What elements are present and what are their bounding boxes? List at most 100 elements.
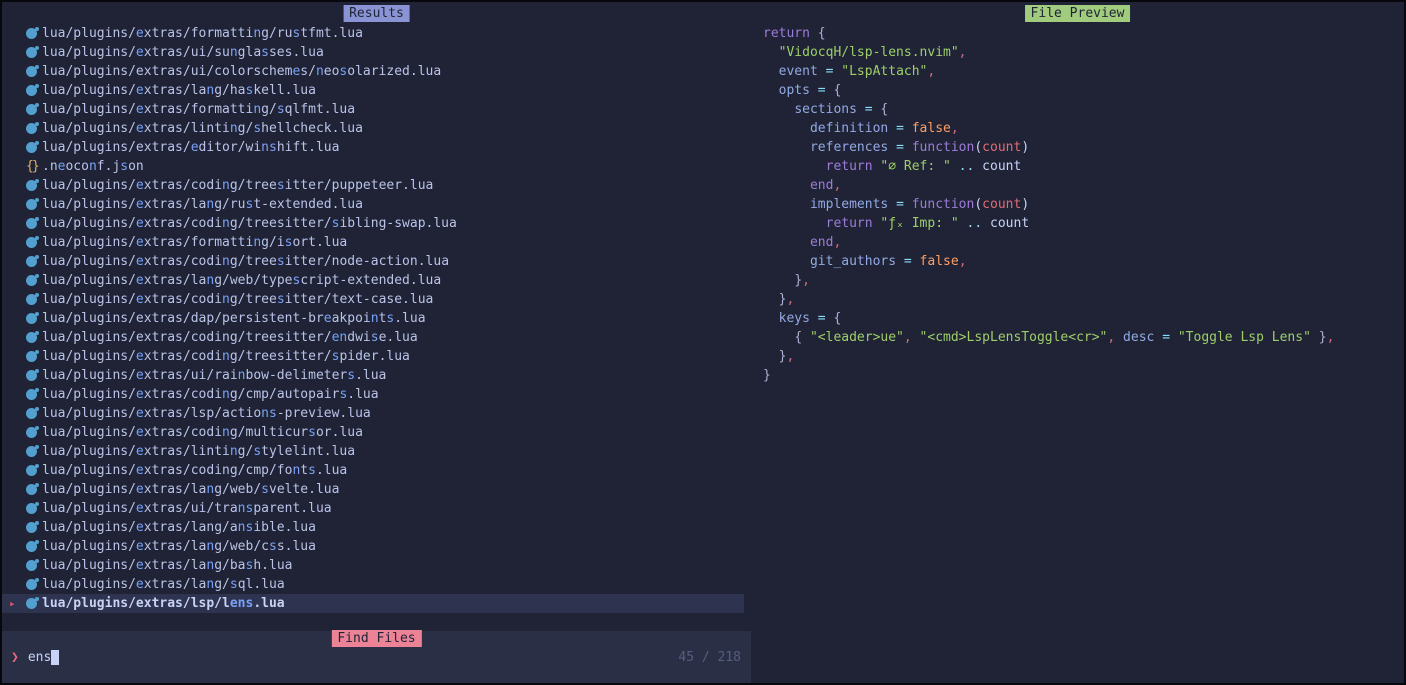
file-path: .neoconf.json (42, 157, 144, 176)
lua-file-icon (26, 62, 42, 81)
file-row[interactable]: lua/plugins/extras/lang/sql.lua (2, 575, 751, 594)
code-line: event = "LspAttach", (751, 62, 1404, 81)
lua-file-icon (26, 480, 42, 499)
file-row[interactable]: lua/plugins/extras/dap/persistent-breakp… (2, 309, 751, 328)
lua-file-icon (26, 195, 42, 214)
code-line: return { (751, 24, 1404, 43)
file-path: lua/plugins/extras/ui/transparent.lua (42, 499, 332, 518)
file-row[interactable]: lua/plugins/extras/ui/colorschemes/neoso… (2, 62, 751, 81)
code-line: definition = false, (751, 119, 1404, 138)
file-row[interactable]: lua/plugins/extras/coding/treesitter/end… (2, 328, 751, 347)
lua-file-icon (26, 347, 42, 366)
file-path: lua/plugins/extras/editor/winshift.lua (42, 138, 339, 157)
file-path: lua/plugins/extras/dap/persistent-breakp… (42, 309, 426, 328)
file-row[interactable]: lua/plugins/extras/lsp/actions-preview.l… (2, 404, 751, 423)
file-path: lua/plugins/extras/coding/treesitter/tex… (42, 290, 433, 309)
file-row[interactable]: ▸ lua/plugins/extras/lsp/lens.lua (2, 594, 744, 613)
file-path: lua/plugins/extras/ui/colorschemes/neoso… (42, 62, 441, 81)
search-input[interactable]: ens (28, 650, 51, 665)
file-row[interactable]: lua/plugins/extras/ui/transparent.lua (2, 499, 751, 518)
file-row[interactable]: {}.neoconf.json (2, 157, 751, 176)
file-row[interactable]: lua/plugins/extras/ui/sunglasses.lua (2, 43, 751, 62)
preview-code: return { "VidocqH/lsp-lens.nvim", event … (751, 24, 1404, 385)
file-path: lua/plugins/extras/lsp/lens.lua (42, 594, 285, 613)
file-path: lua/plugins/extras/coding/cmp/autopairs.… (42, 385, 379, 404)
file-row[interactable]: lua/plugins/extras/lang/haskell.lua (2, 81, 751, 100)
file-path: lua/plugins/extras/lang/haskell.lua (42, 81, 316, 100)
file-path: lua/plugins/extras/linting/shellcheck.lu… (42, 119, 363, 138)
code-line: return "ƒₓ Imp: " .. count (751, 214, 1404, 233)
preview-panel: File Preview return { "VidocqH/lsp-lens.… (751, 2, 1404, 683)
lua-file-icon (26, 81, 42, 100)
results-list[interactable]: lua/plugins/extras/formatting/rustfmt.lu… (2, 24, 751, 613)
code-line: } (751, 366, 1404, 385)
file-preview-title-badge: File Preview (1025, 5, 1131, 22)
file-row[interactable]: lua/plugins/extras/lang/bash.lua (2, 556, 751, 575)
lua-file-icon (26, 328, 42, 347)
file-row[interactable]: lua/plugins/extras/formatting/rustfmt.lu… (2, 24, 751, 43)
file-row[interactable]: lua/plugins/extras/coding/cmp/autopairs.… (2, 385, 751, 404)
file-path: lua/plugins/extras/lang/web/typescript-e… (42, 271, 441, 290)
lua-file-icon (26, 575, 42, 594)
code-line: implements = function(count) (751, 195, 1404, 214)
lua-file-icon (26, 366, 42, 385)
file-row[interactable]: lua/plugins/extras/linting/stylelint.lua (2, 442, 751, 461)
file-path: lua/plugins/extras/coding/treesitter/pup… (42, 176, 433, 195)
code-line: git_authors = false, (751, 252, 1404, 271)
lua-file-icon (26, 518, 42, 537)
lua-file-icon (26, 404, 42, 423)
lua-file-icon (26, 100, 42, 119)
lua-file-icon (26, 537, 42, 556)
file-row[interactable]: lua/plugins/extras/lang/web/typescript-e… (2, 271, 751, 290)
code-line: keys = { (751, 309, 1404, 328)
file-path: lua/plugins/extras/coding/treesitter/end… (42, 328, 418, 347)
file-row[interactable]: lua/plugins/extras/formatting/isort.lua (2, 233, 751, 252)
file-row[interactable]: lua/plugins/extras/coding/treesitter/spi… (2, 347, 751, 366)
results-column: Results lua/plugins/extras/formatting/ru… (2, 2, 751, 683)
file-row[interactable]: lua/plugins/extras/coding/treesitter/pup… (2, 176, 751, 195)
prompt-chevron-icon: ❯ (11, 650, 19, 665)
results-title-badge: Results (343, 5, 410, 22)
selection-arrow-icon: ▸ (9, 594, 16, 613)
file-row[interactable]: lua/plugins/extras/formatting/sqlfmt.lua (2, 100, 751, 119)
lua-file-icon (26, 423, 42, 442)
file-path: lua/plugins/extras/coding/cmp/fonts.lua (42, 461, 347, 480)
file-path: lua/plugins/extras/linting/stylelint.lua (42, 442, 355, 461)
file-row[interactable]: lua/plugins/extras/coding/multicursor.lu… (2, 423, 751, 442)
file-row[interactable]: lua/plugins/extras/coding/treesitter/sib… (2, 214, 751, 233)
file-row[interactable]: lua/plugins/extras/linting/shellcheck.lu… (2, 119, 751, 138)
file-path: lua/plugins/extras/coding/treesitter/nod… (42, 252, 449, 271)
file-row[interactable]: lua/plugins/extras/editor/winshift.lua (2, 138, 751, 157)
file-row[interactable]: lua/plugins/extras/lang/web/css.lua (2, 537, 751, 556)
file-row[interactable]: lua/plugins/extras/coding/treesitter/tex… (2, 290, 751, 309)
file-row[interactable]: lua/plugins/extras/lang/web/svelte.lua (2, 480, 751, 499)
lua-file-icon (26, 309, 42, 328)
code-line: }, (751, 347, 1404, 366)
json-file-icon: {} (26, 157, 42, 176)
lua-file-icon (26, 556, 42, 575)
file-row[interactable]: lua/plugins/extras/ui/rainbow-delimeters… (2, 366, 751, 385)
lua-file-icon (26, 252, 42, 271)
lua-file-icon (26, 214, 42, 233)
file-row[interactable]: lua/plugins/extras/coding/cmp/fonts.lua (2, 461, 751, 480)
file-path: lua/plugins/extras/lang/bash.lua (42, 556, 292, 575)
file-path: lua/plugins/extras/lang/sql.lua (42, 575, 285, 594)
lua-file-icon (26, 271, 42, 290)
lua-file-icon (26, 499, 42, 518)
file-path: lua/plugins/extras/ui/sunglasses.lua (42, 43, 324, 62)
file-row[interactable]: lua/plugins/extras/coding/treesitter/nod… (2, 252, 751, 271)
code-line: references = function(count) (751, 138, 1404, 157)
file-path: lua/plugins/extras/coding/treesitter/sib… (42, 214, 457, 233)
file-row[interactable]: lua/plugins/extras/lang/rust-extended.lu… (2, 195, 751, 214)
code-line: opts = { (751, 81, 1404, 100)
file-path: lua/plugins/extras/lang/web/css.lua (42, 537, 316, 556)
code-line: { "<leader>ue", "<cmd>LspLensToggle<cr>"… (751, 328, 1404, 347)
code-line: sections = { (751, 100, 1404, 119)
code-line: }, (751, 271, 1404, 290)
file-path: lua/plugins/extras/lsp/actions-preview.l… (42, 404, 371, 423)
prompt-bar[interactable]: Find Files ❯ ens 45 / 218 (2, 631, 751, 683)
file-path: lua/plugins/extras/formatting/isort.lua (42, 233, 347, 252)
file-row[interactable]: lua/plugins/extras/lang/ansible.lua (2, 518, 751, 537)
lua-file-icon (26, 442, 42, 461)
lua-file-icon (26, 233, 42, 252)
